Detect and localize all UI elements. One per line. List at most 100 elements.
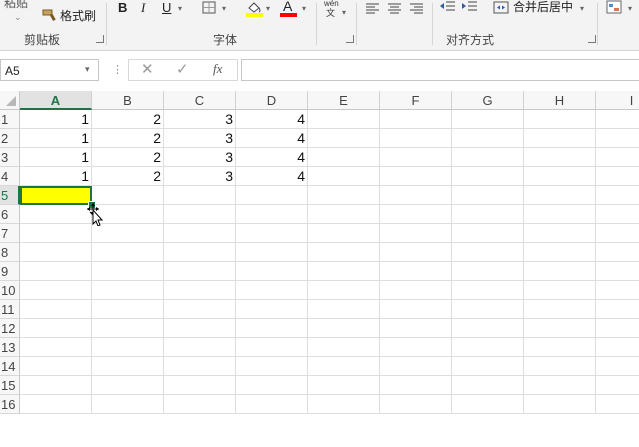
cell-b11[interactable] (92, 300, 164, 319)
cell-d13[interactable] (236, 338, 308, 357)
cell-e3[interactable] (308, 148, 380, 167)
italic-button[interactable]: I (141, 1, 145, 15)
select-all-button[interactable] (0, 91, 20, 110)
cell-d10[interactable] (236, 281, 308, 300)
underline-dropdown-icon[interactable]: ▾ (178, 2, 182, 16)
cell-h12[interactable] (524, 319, 596, 338)
cancel-icon[interactable]: ✕ (141, 60, 154, 78)
cell-i4[interactable] (596, 167, 639, 186)
cell-b14[interactable] (92, 357, 164, 376)
cell-c3[interactable]: 3 (164, 148, 236, 167)
row-header-10[interactable]: 10 (0, 281, 20, 300)
cell-c7[interactable] (164, 224, 236, 243)
cell-c11[interactable] (164, 300, 236, 319)
cell-h4[interactable] (524, 167, 596, 186)
column-header-h[interactable]: H (524, 91, 596, 110)
cell-c4[interactable]: 3 (164, 167, 236, 186)
cell-a8[interactable] (20, 243, 92, 262)
cell-c6[interactable] (164, 205, 236, 224)
cell-f4[interactable] (380, 167, 452, 186)
cell-d6[interactable] (236, 205, 308, 224)
row-header-11[interactable]: 11 (0, 300, 20, 319)
merge-center-icon[interactable] (493, 1, 509, 19)
row-header-5[interactable]: 5 (0, 186, 20, 205)
cell-e4[interactable] (308, 167, 380, 186)
cell-c2[interactable]: 3 (164, 129, 236, 148)
cell-h3[interactable] (524, 148, 596, 167)
cell-g2[interactable] (452, 129, 524, 148)
cell-e10[interactable] (308, 281, 380, 300)
cell-g12[interactable] (452, 319, 524, 338)
alignment-launcher-icon[interactable] (588, 35, 596, 43)
cell-e9[interactable] (308, 262, 380, 281)
row-header-14[interactable]: 14 (0, 357, 20, 376)
column-header-e[interactable]: E (308, 91, 380, 110)
cell-e16[interactable] (308, 395, 380, 414)
cell-i7[interactable] (596, 224, 639, 243)
cell-d11[interactable] (236, 300, 308, 319)
row-header-2[interactable]: 2 (0, 129, 20, 148)
cell-i14[interactable] (596, 357, 639, 376)
cell-i8[interactable] (596, 243, 639, 262)
cell-e12[interactable] (308, 319, 380, 338)
decrease-indent-icon[interactable] (440, 1, 456, 19)
cell-i15[interactable] (596, 376, 639, 395)
cell-i11[interactable] (596, 300, 639, 319)
column-header-a[interactable]: A (20, 91, 92, 110)
format-painter-icon[interactable] (42, 8, 58, 27)
cell-f12[interactable] (380, 319, 452, 338)
cell-g13[interactable] (452, 338, 524, 357)
cell-d16[interactable] (236, 395, 308, 414)
cell-c5[interactable] (164, 186, 236, 205)
cell-i16[interactable] (596, 395, 639, 414)
column-header-i[interactable]: I (596, 91, 639, 110)
cell-h8[interactable] (524, 243, 596, 262)
cell-h5[interactable] (524, 186, 596, 205)
merge-center-button[interactable]: 合并后居中 (513, 0, 573, 14)
borders-dropdown-icon[interactable]: ▾ (222, 2, 226, 16)
cell-h10[interactable] (524, 281, 596, 300)
cell-b3[interactable]: 2 (92, 148, 164, 167)
cell-d15[interactable] (236, 376, 308, 395)
cell-h11[interactable] (524, 300, 596, 319)
cell-g10[interactable] (452, 281, 524, 300)
cell-d4[interactable]: 4 (236, 167, 308, 186)
row-header-12[interactable]: 12 (0, 319, 20, 338)
cell-g9[interactable] (452, 262, 524, 281)
cell-d2[interactable]: 4 (236, 129, 308, 148)
cell-h15[interactable] (524, 376, 596, 395)
bold-button[interactable]: B (118, 1, 127, 15)
row-header-1[interactable]: 1 (0, 110, 20, 129)
cell-i13[interactable] (596, 338, 639, 357)
cell-h16[interactable] (524, 395, 596, 414)
cell-f16[interactable] (380, 395, 452, 414)
row-header-4[interactable]: 4 (0, 167, 20, 186)
cell-b15[interactable] (92, 376, 164, 395)
conditional-format-dropdown-icon[interactable]: ▾ (628, 2, 632, 16)
cell-i3[interactable] (596, 148, 639, 167)
cell-f8[interactable] (380, 243, 452, 262)
cell-f5[interactable] (380, 186, 452, 205)
cell-a16[interactable] (20, 395, 92, 414)
name-box[interactable]: A5 ▾ (0, 59, 99, 81)
cell-e13[interactable] (308, 338, 380, 357)
cell-c13[interactable] (164, 338, 236, 357)
cell-a15[interactable] (20, 376, 92, 395)
font-color-dropdown-icon[interactable]: ▾ (302, 2, 306, 16)
cell-g11[interactable] (452, 300, 524, 319)
increase-indent-icon[interactable] (462, 1, 478, 19)
paste-dropdown-icon[interactable]: ⌄ (14, 10, 22, 24)
cell-c1[interactable]: 3 (164, 110, 236, 129)
cell-c15[interactable] (164, 376, 236, 395)
cell-g1[interactable] (452, 110, 524, 129)
cell-e11[interactable] (308, 300, 380, 319)
merge-center-dropdown-icon[interactable]: ▾ (580, 2, 584, 16)
cell-a9[interactable] (20, 262, 92, 281)
fill-color-dropdown-icon[interactable]: ▾ (266, 2, 270, 16)
cell-b8[interactable] (92, 243, 164, 262)
cell-d3[interactable]: 4 (236, 148, 308, 167)
cell-f11[interactable] (380, 300, 452, 319)
row-header-8[interactable]: 8 (0, 243, 20, 262)
insert-function-button[interactable]: fx (213, 61, 222, 77)
underline-button[interactable]: U (162, 1, 171, 15)
